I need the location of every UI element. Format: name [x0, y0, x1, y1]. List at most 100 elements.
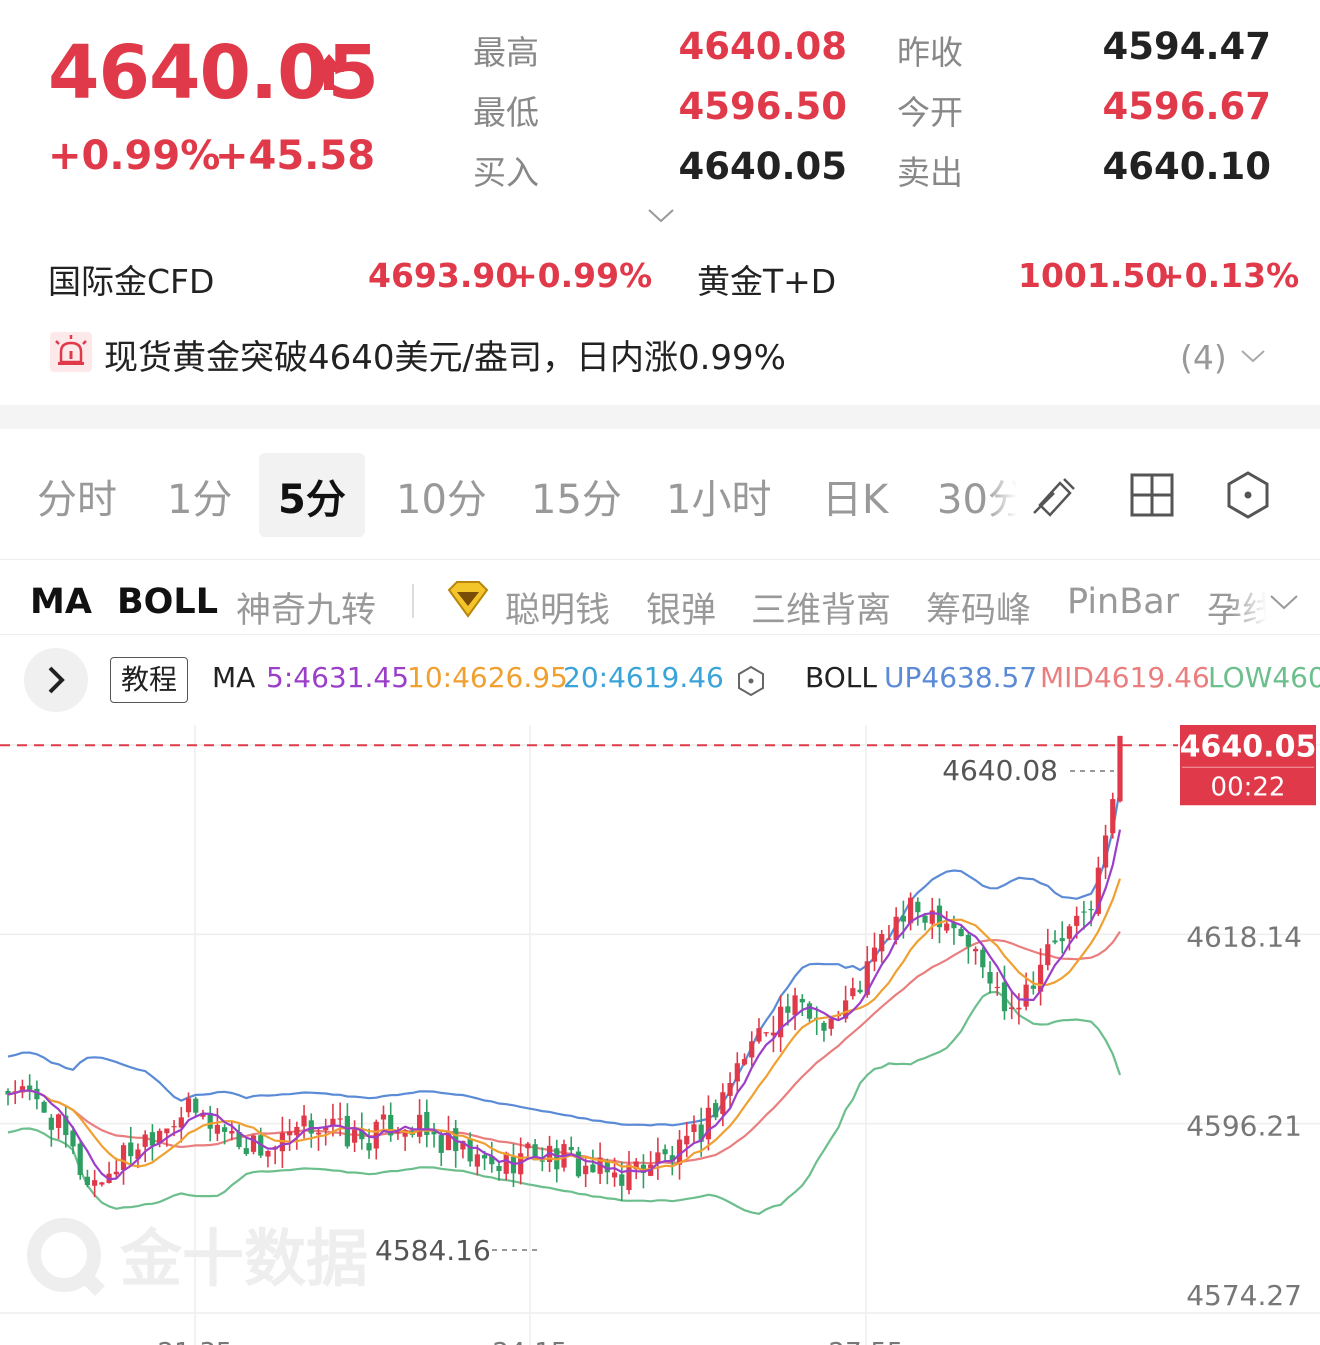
draw-tool-icon[interactable]: [1030, 469, 1082, 521]
y-axis-tick-label: 4596.21: [1186, 1110, 1302, 1143]
candle-body: [503, 1152, 509, 1174]
candle-body: [879, 934, 885, 952]
candle-body: [749, 1041, 755, 1058]
change-amount: +45.58: [215, 133, 376, 179]
candle-body: [720, 1092, 726, 1114]
boll-legend-label: BOLL: [805, 661, 877, 694]
ind-tab-harami[interactable]: 孕线: [1207, 582, 1267, 633]
tab-1hour[interactable]: 1小时: [666, 467, 771, 525]
candle-body: [1016, 1007, 1022, 1010]
candlestick-chart[interactable]: 金十数据 4640.084618.144596.214574.274640.08…: [0, 725, 1320, 1345]
candle-body: [525, 1143, 531, 1149]
candle-body: [113, 1171, 119, 1175]
candle-body: [785, 1006, 791, 1013]
candle-body: [1074, 915, 1080, 926]
candle-body: [308, 1120, 314, 1134]
tab-10min[interactable]: 10分: [396, 467, 487, 525]
candle-body: [611, 1172, 618, 1178]
watermark-text: 金十数据: [119, 1222, 368, 1295]
settings-hexagon-icon[interactable]: [1222, 469, 1274, 521]
candle-body: [684, 1135, 690, 1145]
candle-body: [229, 1130, 235, 1134]
candle-body: [662, 1149, 668, 1155]
candle-body: [886, 938, 892, 940]
divider: [412, 584, 414, 618]
tab-timeshare[interactable]: 分时: [37, 467, 117, 525]
x-axis-tick-label: 24:15: [493, 1338, 568, 1345]
candle-body: [474, 1154, 480, 1167]
quote-panel: 4640.05 +0.99% +45.58 最高 4640.08 昨收 4594…: [0, 0, 1320, 405]
stat-low-label: 最低: [473, 93, 539, 132]
chevron-down-icon[interactable]: [1268, 592, 1300, 612]
countdown-text: 00:22: [1211, 772, 1286, 802]
cfd-label[interactable]: 国际金CFD: [48, 255, 214, 303]
ind-tab-chip[interactable]: 筹码峰: [926, 582, 1031, 633]
candle-body: [944, 923, 950, 931]
news-headline[interactable]: 现货黄金突破4640美元/盎司，日内涨0.99%: [104, 330, 786, 379]
indicator-tabs: MA BOLL 神奇九转 聪明钱 银弹 三维背离 筹码峰 PinBar 孕线: [0, 560, 1320, 635]
candle-body: [301, 1115, 307, 1127]
candle-body: [128, 1142, 134, 1157]
news-count[interactable]: (4): [1180, 338, 1227, 377]
layout-grid-icon[interactable]: [1126, 469, 1178, 521]
tab-30min[interactable]: 30分: [937, 467, 1017, 525]
candle-body: [626, 1164, 632, 1190]
chevron-down-icon[interactable]: [646, 205, 676, 225]
diamond-icon: [447, 581, 489, 618]
ind-tab-boll[interactable]: BOLL: [117, 582, 218, 622]
candle-body: [857, 989, 863, 993]
candle-body: [713, 1103, 719, 1118]
candle-body: [481, 1155, 488, 1159]
candles: [5, 735, 1123, 1201]
tutorial-button[interactable]: 教程: [110, 657, 188, 703]
ind-tab-smart-money[interactable]: 聪明钱: [505, 582, 610, 633]
candle-body: [1081, 911, 1087, 913]
candle-body: [315, 1132, 322, 1135]
candle-body: [1009, 1007, 1015, 1010]
stat-bid-label: 买入: [473, 153, 539, 192]
ind-tab-divergence[interactable]: 三维背离: [751, 582, 891, 633]
candle-body: [92, 1180, 98, 1186]
settings-hexagon-icon[interactable]: [735, 665, 767, 697]
candle-body: [821, 1022, 827, 1031]
candle-body: [539, 1160, 545, 1162]
chevron-right-icon: [48, 666, 65, 694]
candle-body: [84, 1176, 91, 1185]
candle-body: [120, 1145, 127, 1171]
candle-body: [691, 1124, 697, 1132]
candle-body: [734, 1063, 740, 1082]
candle-body: [366, 1143, 372, 1151]
y-axis-tick-label: 4574.27: [1186, 1279, 1302, 1312]
td-label[interactable]: 黄金T+D: [697, 255, 836, 303]
stat-open-label: 今开: [897, 93, 963, 132]
candle-body: [583, 1165, 589, 1175]
stat-prevclose-value: 4594.47: [1102, 25, 1271, 68]
ind-tab-silver[interactable]: 银弹: [646, 582, 716, 633]
candle-body: [416, 1114, 423, 1137]
tab-1min[interactable]: 1分: [167, 467, 232, 525]
tab-5min[interactable]: 5分: [278, 467, 346, 525]
candle-body: [496, 1166, 502, 1172]
stat-high-label: 最高: [473, 33, 539, 72]
chevron-down-icon[interactable]: [1240, 348, 1266, 364]
ind-tab-pinbar[interactable]: PinBar: [1067, 582, 1179, 622]
stat-ask-label: 卖出: [897, 153, 963, 192]
candle-body: [243, 1148, 249, 1155]
ind-tab-magic9[interactable]: 神奇九转: [236, 582, 376, 633]
candle-body: [850, 988, 856, 997]
candle-body: [99, 1182, 105, 1185]
expand-button[interactable]: [24, 648, 88, 712]
watermark-logo: 金十数据: [27, 1218, 368, 1296]
candle-body: [142, 1134, 148, 1147]
candle-body: [871, 947, 878, 962]
candle-body: [763, 1032, 769, 1034]
candle-body: [1059, 938, 1065, 942]
boll-up-value: UP4638.57: [884, 661, 1038, 694]
candle-body: [1066, 926, 1073, 939]
ind-tab-ma[interactable]: MA: [30, 582, 92, 622]
candle-body: [27, 1085, 33, 1091]
tab-15min[interactable]: 15分: [531, 467, 622, 525]
candle-body: [828, 1018, 834, 1029]
tab-daily[interactable]: 日K: [822, 467, 888, 525]
candle-body: [294, 1126, 300, 1136]
